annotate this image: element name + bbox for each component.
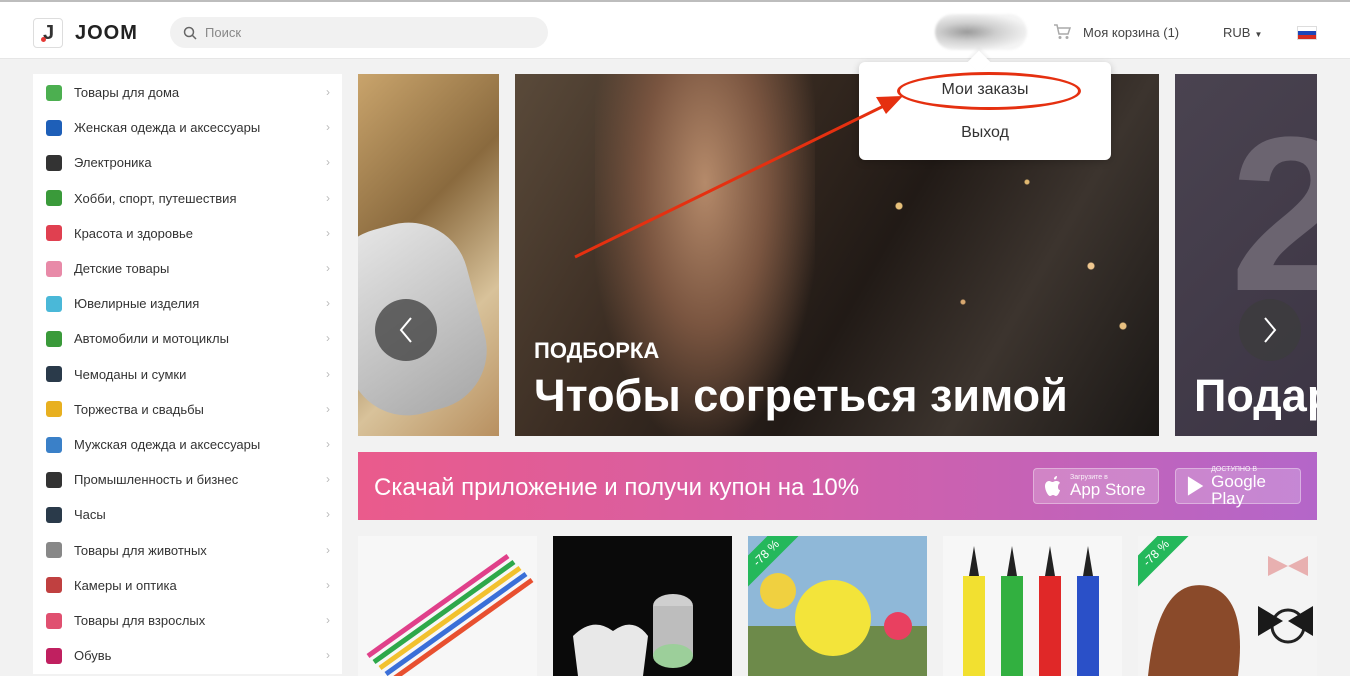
app-store-button[interactable]: Загрузите в App Store xyxy=(1033,468,1159,504)
product-card[interactable] xyxy=(358,536,537,676)
apple-icon xyxy=(1045,476,1060,496)
google-play-small: ДОСТУПНО В xyxy=(1211,465,1258,473)
google-play-name: Google Play xyxy=(1211,471,1266,508)
promo-text: Скачай приложение и получи купон на 10% xyxy=(374,474,860,501)
google-play-button[interactable]: ДОСТУПНО В Google Play xyxy=(1175,465,1301,508)
product-card[interactable]: -78 % xyxy=(748,536,927,676)
app-promo-banner[interactable]: Скачай приложение и получи купон на 10% … xyxy=(358,452,1317,520)
product-image-stamp xyxy=(553,536,732,676)
app-store-small: Загрузите в xyxy=(1070,474,1108,481)
product-card[interactable] xyxy=(943,536,1122,676)
google-play-icon xyxy=(1187,476,1204,496)
app-store-name: App Store xyxy=(1070,480,1146,499)
product-card[interactable]: -78 % xyxy=(1138,536,1317,676)
product-image-pens xyxy=(358,536,537,676)
product-card[interactable] xyxy=(553,536,732,676)
product-image-pumps xyxy=(943,536,1122,676)
